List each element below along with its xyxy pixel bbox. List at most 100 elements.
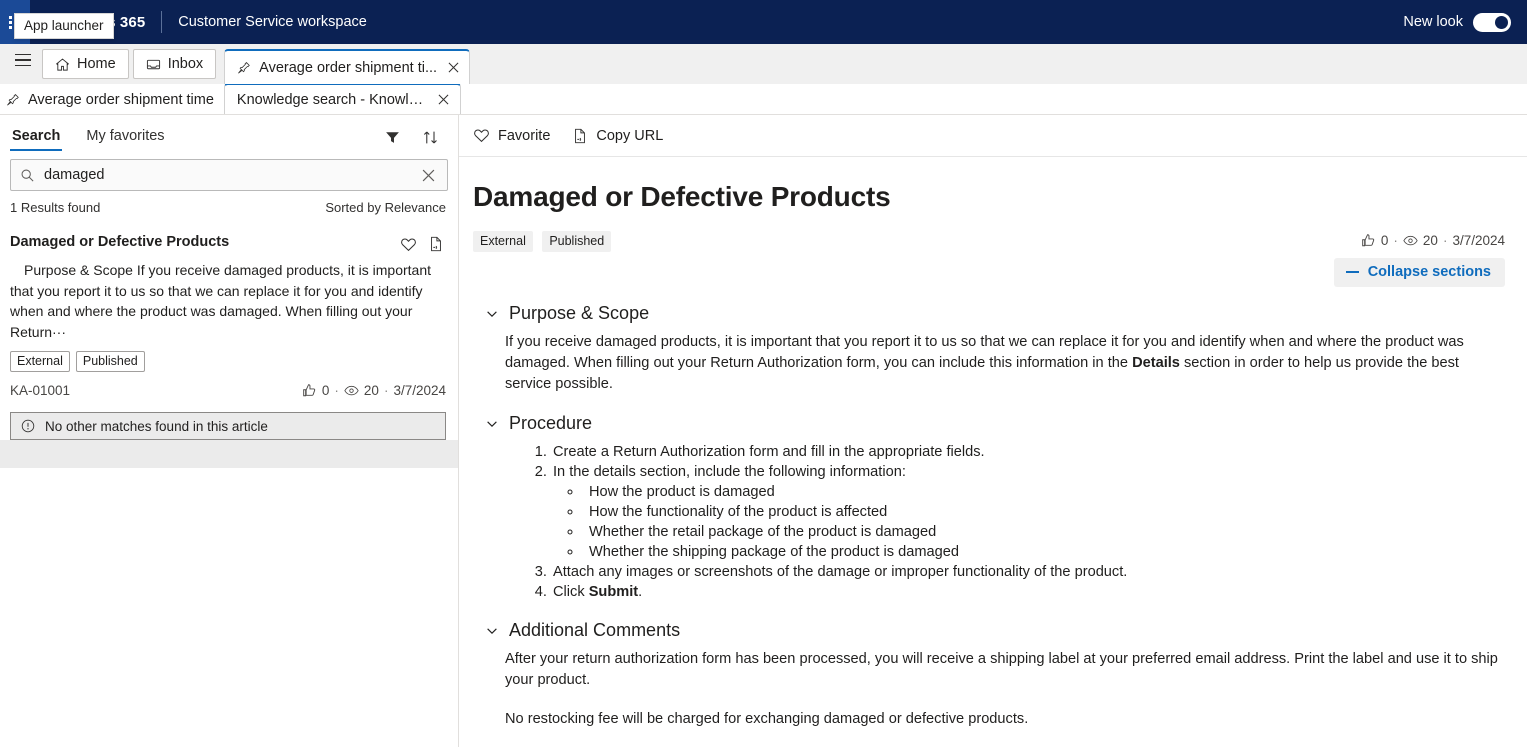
collapse-sections-row: Collapse sections <box>473 258 1505 287</box>
chevron-down-icon <box>485 307 499 321</box>
app-tab-label: Average order shipment ti... <box>259 59 438 76</box>
stat-separator: · <box>1442 233 1448 248</box>
tab-my-favorites[interactable]: My favorites <box>84 124 166 151</box>
nav-inbox-label: Inbox <box>167 56 204 72</box>
procedure-substep: How the product is damaged <box>583 482 1505 502</box>
procedure-substep: Whether the shipping package of the prod… <box>583 542 1505 562</box>
copy-url-glyph <box>431 236 441 252</box>
result-header: Damaged or Defective Products <box>10 233 446 254</box>
results-count-label: 1 Results found <box>10 200 101 215</box>
article-badges: External Published <box>473 231 616 252</box>
app-tab-average-order-shipment-time[interactable]: Average order shipment ti... <box>224 49 471 84</box>
topbar-right-group: New look <box>1403 12 1527 32</box>
search-box[interactable] <box>10 159 448 191</box>
copy-url-button[interactable]: Copy URL <box>572 128 663 144</box>
result-snippet: Purpose & Scope If you receive damaged p… <box>10 262 431 340</box>
nav-inbox-button[interactable]: Inbox <box>132 49 217 79</box>
article-title: Damaged or Defective Products <box>473 181 891 212</box>
site-map-toggle-button[interactable] <box>8 40 38 80</box>
close-icon <box>438 94 449 105</box>
copy-url-icon[interactable] <box>426 234 446 254</box>
thumbs-up-icon <box>303 384 316 397</box>
stat-separator: · <box>334 383 339 398</box>
badge-external: External <box>473 231 533 252</box>
procedure-substep: Whether the retail package of the produc… <box>583 522 1505 542</box>
views-eye-icon <box>1403 235 1418 246</box>
procedure-step: Attach any images or screenshots of the … <box>551 562 1505 582</box>
search-icon <box>21 169 34 181</box>
result-views-count: 20 <box>363 383 379 398</box>
toggle-knob <box>1495 15 1508 29</box>
badge-published: Published <box>542 231 612 252</box>
filter-icon[interactable] <box>382 127 402 147</box>
paragraph: After your return authorization form has… <box>505 651 1498 688</box>
tab-my-favorites-label: My favorites <box>86 127 165 144</box>
tab-search[interactable]: Search <box>10 124 63 151</box>
inbox-icon <box>146 59 160 69</box>
session-tab-knowledge-search[interactable]: Knowledge search - Knowled... <box>223 83 461 114</box>
search-result-item[interactable]: Damaged or Defective Products Purpose & … <box>0 223 458 408</box>
chevron-down-icon <box>485 417 499 431</box>
paragraph: No restocking fee will be charged for ex… <box>505 711 1029 727</box>
procedure-substep: How the functionality of the product is … <box>583 502 1505 522</box>
section-header-0[interactable]: Purpose & Scope <box>485 303 1505 324</box>
results-empty-space <box>0 468 458 747</box>
views-eye-icon <box>344 385 359 396</box>
badge-external: External <box>10 351 70 372</box>
section-body: After your return authorization form has… <box>485 649 1505 730</box>
app-tab-close-button[interactable] <box>445 60 461 76</box>
pin-icon <box>7 94 19 106</box>
article-sections: Purpose & Scope If you receive damaged pr… <box>473 303 1505 730</box>
filter-glyph <box>385 131 399 143</box>
copy-url-icon <box>575 128 586 143</box>
sort-glyph <box>423 131 437 143</box>
knowledge-search-tab-actions <box>382 127 448 147</box>
session-tab-label: Average order shipment time <box>28 92 214 108</box>
nav-home-label: Home <box>77 56 116 72</box>
new-look-label: New look <box>1403 14 1463 30</box>
article-section: Purpose & Scope If you receive damaged pr… <box>485 303 1505 395</box>
thumbs-up-icon <box>1362 234 1375 247</box>
result-footer: KA-01001 0 · 20 · 3/7/2024 <box>10 383 446 398</box>
favorite-heart-icon[interactable] <box>398 234 418 254</box>
section-heading: Procedure <box>509 413 593 433</box>
close-icon <box>448 62 458 73</box>
copy-url-label: Copy URL <box>596 127 664 144</box>
section-body: Create a Return Authorization form and f… <box>485 442 1505 602</box>
section-header-1[interactable]: Procedure <box>485 413 1505 434</box>
result-title: Damaged or Defective Products <box>10 234 230 250</box>
search-box-container <box>0 153 458 191</box>
results-meta: 1 Results found Sorted by Relevance <box>0 191 458 223</box>
collapse-dash-icon <box>1345 271 1359 273</box>
app-root: Dynamics 365 Customer Service workspace … <box>0 0 1527 747</box>
result-date: 3/7/2024 <box>393 383 446 398</box>
no-other-matches-label: No other matches found in this article <box>45 418 268 434</box>
sort-icon[interactable] <box>420 127 440 147</box>
chevron-down-icon <box>485 624 499 638</box>
knowledge-search-tabs: Search My favorites <box>0 115 458 153</box>
favorite-label: Favorite <box>498 127 551 144</box>
article-panel: Favorite Copy URL Damaged or Defective P… <box>459 115 1527 747</box>
close-icon <box>422 169 434 181</box>
procedure-step: Create a Return Authorization form and f… <box>551 442 1505 462</box>
nav-home-button[interactable]: Home <box>42 49 129 79</box>
article-views-count: 20 <box>1422 233 1438 248</box>
article-stats: 0 · 20 · 3/7/2024 <box>1361 232 1505 248</box>
session-tab-average-order-shipment-time[interactable]: Average order shipment time <box>0 86 224 114</box>
result-stats: 0 · 20 · 3/7/2024 <box>302 383 446 398</box>
article-section: Procedure Create a Return Authorization f… <box>485 413 1505 602</box>
section-header-2[interactable]: Additional Comments <box>485 620 1505 641</box>
collapse-sections-button[interactable]: Collapse sections <box>1333 258 1505 287</box>
session-tab-close-button[interactable] <box>436 92 452 108</box>
badge-published: Published <box>75 351 145 372</box>
section-heading: Purpose & Scope <box>509 303 650 323</box>
tab-search-label: Search <box>12 127 61 144</box>
favorite-button[interactable]: Favorite <box>473 127 550 144</box>
no-other-matches-banner: No other matches found in this article <box>10 412 446 440</box>
clear-search-icon[interactable] <box>418 165 438 185</box>
procedure-step: Click Submit. <box>551 582 1505 602</box>
session-tab-active-label: Knowledge search - Knowled... <box>236 91 428 108</box>
new-look-toggle[interactable] <box>1473 12 1511 32</box>
pin-icon <box>238 61 250 74</box>
search-input[interactable] <box>44 167 409 183</box>
